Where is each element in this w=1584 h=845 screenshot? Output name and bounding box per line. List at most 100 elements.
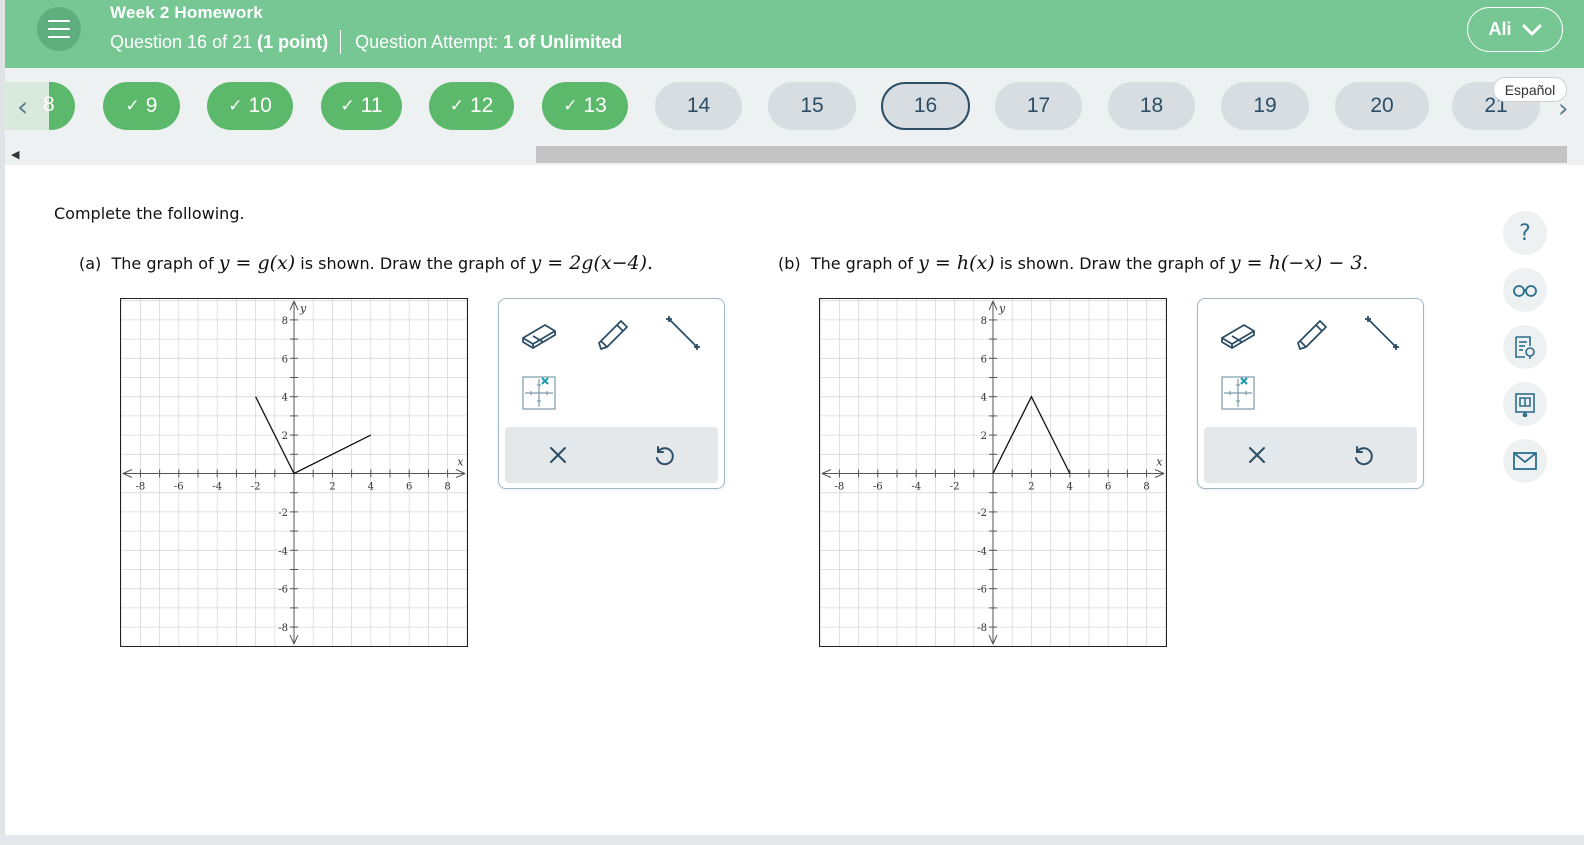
graph-b-y-tick-label: -4 — [977, 546, 987, 557]
help-icon[interactable]: ? — [1503, 211, 1547, 255]
part-b-text-2: is shown. Draw the graph of — [999, 254, 1225, 273]
graph-b-y-tick-label: -2 — [977, 508, 987, 519]
graph-b-x-tick-label: -8 — [835, 482, 845, 493]
pencil-icon[interactable] — [1288, 311, 1332, 355]
question-pill-label: 15 — [800, 94, 824, 117]
graph-a-x-axis-label: x — [457, 456, 464, 469]
glasses-icon[interactable] — [1503, 268, 1547, 312]
check-icon: ✓ — [563, 96, 578, 115]
toolbox-action-bar — [1204, 427, 1417, 483]
graph-a-y-tick-label: 4 — [282, 393, 288, 404]
undo-icon[interactable] — [1341, 433, 1385, 477]
menu-button[interactable] — [37, 7, 81, 51]
graph-b-x-tick-label: 4 — [1067, 482, 1073, 493]
point-on-grid-icon[interactable] — [1216, 371, 1260, 415]
graph-a-x-tick-label: -4 — [212, 482, 222, 493]
scroll-left-icon[interactable]: ◀ — [11, 148, 19, 161]
pencil-icon[interactable] — [589, 311, 633, 355]
undo-icon[interactable] — [642, 433, 686, 477]
graph-b-x-tick-label: -6 — [873, 482, 883, 493]
graph-a-x-tick-label: -8 — [136, 482, 146, 493]
part-a-prompt: (a) The graph of y = g(x) is shown. Draw… — [79, 252, 653, 274]
graph-a-y-tick-label: -8 — [278, 623, 288, 634]
menu-icon-line — [48, 36, 70, 38]
header-bar: Week 2 Homework Question 16 of 21 (1 poi… — [5, 0, 1584, 68]
question-pill-20[interactable]: 20 — [1335, 82, 1429, 130]
clear-icon[interactable] — [1235, 433, 1279, 477]
part-a-text-1: The graph of — [111, 254, 214, 273]
attempt-label: Question Attempt: — [355, 31, 499, 52]
graph-b-x-tick-label: 6 — [1105, 482, 1111, 493]
graph-b-canvas[interactable]: -8 -6 -4 -2 2 4 6 8 8 6 4 2 -2 -4 -6 -8 x y — [819, 298, 1167, 647]
user-name: Ali — [1488, 19, 1512, 39]
graph-b-x-tick-label: 2 — [1028, 482, 1034, 493]
part-b-prompt: (b) The graph of y = h(x) is shown. Draw… — [778, 252, 1368, 274]
graph-a-svg: -8 -6 -4 -2 2 4 6 8 8 6 4 2 -2 -4 -6 -8 x y — [121, 299, 467, 646]
graph-b-y-tick-label: -6 — [977, 585, 987, 596]
graph-b-x-tick-label: -4 — [911, 482, 921, 493]
notes-icon[interactable] — [1503, 325, 1547, 369]
graph-a-x-tick-label: 6 — [406, 482, 412, 493]
graph-a-x-tick-label: -2 — [251, 482, 261, 493]
question-pill-12[interactable]: ✓ 12 — [429, 82, 514, 130]
graph-a-canvas[interactable]: -8 -6 -4 -2 2 4 6 8 8 6 4 2 -2 -4 -6 -8 x y — [120, 298, 468, 647]
question-pill-label: 10 — [248, 94, 272, 117]
nav-prev-button[interactable]: ‹ 8 — [3, 82, 75, 130]
question-pill-16[interactable]: 16 — [881, 82, 970, 130]
question-pill-label: 13 — [583, 94, 607, 117]
line-segment-icon[interactable] — [661, 311, 705, 355]
check-icon: ✓ — [125, 96, 140, 115]
help-glyph: ? — [1519, 220, 1531, 246]
question-pill-label: 19 — [1253, 94, 1277, 117]
line-segment-icon[interactable] — [1360, 311, 1404, 355]
question-pill-10[interactable]: ✓ 10 — [207, 82, 293, 130]
graph-b-y-axis-label: y — [998, 302, 1006, 315]
eraser-icon[interactable] — [517, 311, 561, 355]
check-icon: ✓ — [228, 96, 243, 115]
question-number: Question 16 of 21 — [110, 31, 253, 52]
question-pill-label: 12 — [469, 94, 494, 117]
question-pill-13[interactable]: ✓ 13 — [542, 82, 628, 130]
chevron-down-icon — [1522, 24, 1541, 35]
graph-a-x-tick-label: 2 — [329, 482, 335, 493]
question-pill-18[interactable]: 18 — [1108, 82, 1195, 130]
language-toggle-button[interactable]: Español — [1493, 77, 1567, 102]
question-points: (1 point) — [257, 31, 329, 52]
clear-icon[interactable] — [536, 433, 580, 477]
question-pill-14[interactable]: 14 — [655, 82, 742, 130]
assignment-title: Week 2 Homework — [110, 3, 263, 22]
textbook-icon[interactable] — [1503, 382, 1547, 426]
drawing-toolbox-a — [498, 298, 725, 489]
menu-icon-line — [48, 20, 70, 22]
eraser-icon[interactable] — [1216, 311, 1260, 355]
graph-a-y-tick-label: -2 — [278, 508, 288, 519]
question-pill-label: 9 — [145, 94, 158, 117]
graph-a-x-tick-label: 8 — [444, 482, 450, 493]
graph-b-y-tick-label: 8 — [981, 316, 987, 327]
attempt-value: 1 of Unlimited — [503, 31, 623, 52]
graph-b-x-tick-label: 8 — [1143, 482, 1149, 493]
part-b-label: (b) — [778, 254, 801, 273]
part-a-text-2: is shown. Draw the graph of — [300, 254, 526, 273]
nav-scrollbar[interactable]: ◀ — [5, 145, 1584, 165]
user-menu-button[interactable]: Ali — [1467, 7, 1563, 52]
scroll-thumb[interactable] — [536, 146, 1567, 163]
question-pill-label: 16 — [913, 94, 938, 117]
question-pill-19[interactable]: 19 — [1221, 82, 1309, 130]
graph-b-y-tick-label: -8 — [977, 623, 987, 634]
question-instruction: Complete the following. — [54, 204, 245, 223]
question-pill-9[interactable]: ✓ 9 — [103, 82, 180, 130]
part-b-given-function: y = h(x) — [918, 252, 995, 274]
point-on-grid-icon[interactable] — [517, 371, 561, 415]
app-frame: Week 2 Homework Question 16 of 21 (1 poi… — [0, 0, 1584, 845]
part-a-given-function: y = g(x) — [218, 252, 296, 274]
question-pill-15[interactable]: 15 — [768, 82, 856, 130]
question-pill-11[interactable]: ✓ 11 — [321, 82, 402, 130]
mail-icon[interactable] — [1503, 439, 1547, 483]
bottom-edge — [0, 835, 1584, 845]
question-pill-label: 11 — [360, 94, 383, 117]
graph-b-x-axis-label: x — [1156, 456, 1163, 469]
part-b-target-function: y = h(−x) − 3. — [1229, 252, 1369, 274]
question-pill-label: 20 — [1370, 94, 1394, 117]
question-pill-17[interactable]: 17 — [995, 82, 1082, 130]
